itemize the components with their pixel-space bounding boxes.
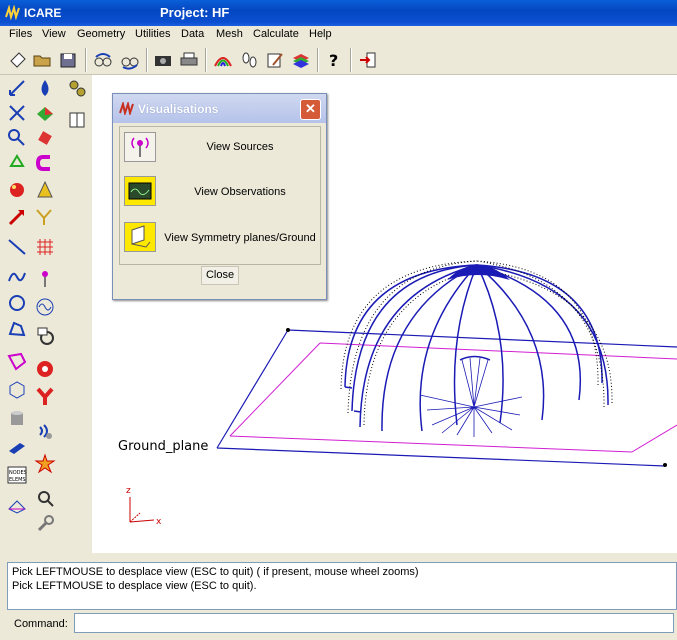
view-symmetry-planes-label[interactable]: View Symmetry planes/Ground — [160, 232, 320, 244]
arrow-icon[interactable] — [6, 206, 28, 228]
menu-calculate[interactable]: Calculate — [253, 28, 299, 40]
menu-view[interactable]: View — [42, 28, 66, 40]
polygon-icon[interactable] — [6, 350, 28, 372]
edit-icon[interactable] — [264, 49, 286, 71]
antenna-icon[interactable] — [34, 268, 56, 290]
gears-icon[interactable] — [66, 77, 88, 99]
menu-files[interactable]: Files — [9, 28, 32, 40]
target-icon[interactable] — [34, 358, 56, 380]
toolbar-separator — [317, 48, 319, 72]
shape-icon[interactable] — [34, 325, 56, 347]
footprint-icon[interactable] — [238, 49, 260, 71]
app-name: ICARE — [24, 6, 62, 20]
toolbar-separator — [85, 48, 87, 72]
observation-points — [419, 355, 523, 437]
view-symmetry-planes-button[interactable] — [124, 222, 156, 252]
exit-icon[interactable] — [357, 49, 379, 71]
command-label: Command: — [14, 618, 68, 630]
find-icon[interactable] — [34, 487, 56, 509]
sphere-icon[interactable] — [6, 179, 28, 201]
y-shape-icon[interactable] — [34, 386, 56, 408]
view-sources-button[interactable] — [124, 132, 156, 162]
cone-icon[interactable] — [34, 179, 56, 201]
dialog-title: Visualisations — [138, 102, 219, 116]
svg-text:ELEMS: ELEMS — [9, 477, 26, 483]
wrench-icon[interactable] — [34, 513, 56, 535]
menu-mesh[interactable]: Mesh — [216, 28, 243, 40]
eraser-icon[interactable] — [34, 127, 56, 149]
axis-x-label: x — [156, 517, 162, 527]
structure-icon[interactable] — [6, 495, 28, 517]
menu-geometry[interactable]: Geometry — [77, 28, 125, 40]
dialog-close-icon[interactable]: ✕ — [300, 99, 321, 120]
symmetry-icon[interactable] — [34, 206, 56, 228]
main-toolbar: ? — [0, 44, 677, 75]
rainbow-icon[interactable] — [212, 49, 234, 71]
menu-data[interactable]: Data — [181, 28, 204, 40]
new-file-icon[interactable] — [7, 49, 29, 71]
axes-triad: z x — [126, 486, 162, 527]
visualisations-dialog: Visualisations ✕ View Sources View Obser… — [112, 93, 327, 300]
book-icon[interactable] — [66, 109, 88, 131]
svg-text:?: ? — [329, 51, 338, 70]
circle-icon[interactable] — [6, 292, 28, 314]
window-title: Project: HF — [160, 5, 230, 20]
wave-icon[interactable] — [34, 296, 56, 318]
print-icon[interactable] — [178, 49, 200, 71]
drop-icon[interactable] — [34, 77, 56, 99]
menu-help[interactable]: Help — [309, 28, 332, 40]
app-logo-icon — [5, 5, 20, 20]
geometry-toolbar: NODES ELEMS — [0, 75, 92, 553]
open-folder-icon[interactable] — [31, 49, 53, 71]
dialog-body: View Sources View Observations View Symm… — [119, 126, 321, 265]
message-line: Pick LEFTMOUSE to desplace view (ESC to … — [12, 566, 419, 578]
toolbar-separator — [146, 48, 148, 72]
menu-bar: Files View Geometry Utilities Data Mesh … — [0, 26, 677, 44]
line-icon[interactable] — [6, 236, 28, 258]
block-icon[interactable] — [6, 437, 28, 459]
rotate-right-icon[interactable] — [119, 49, 141, 71]
zoom-icon[interactable] — [6, 127, 28, 149]
message-line: Pick LEFTMOUSE to desplace view (ESC to … — [12, 580, 257, 592]
layers-icon[interactable] — [290, 49, 312, 71]
nodes-elems-icon[interactable]: NODESELEMS — [6, 464, 28, 486]
save-icon[interactable] — [57, 49, 79, 71]
recycle-icon[interactable] — [6, 152, 28, 174]
axis-z-label: z — [126, 486, 131, 496]
toolbar-separator — [350, 48, 352, 72]
ground-corner-node — [286, 328, 290, 332]
cylinder-icon[interactable] — [6, 407, 28, 429]
svg-text:NODES: NODES — [9, 470, 27, 476]
help-icon[interactable]: ? — [323, 49, 345, 71]
ground-corner-node — [663, 463, 667, 467]
view-sources-label[interactable]: View Sources — [160, 141, 320, 153]
view-observations-label[interactable]: View Observations — [160, 186, 320, 198]
dialog-title-bar[interactable]: Visualisations ✕ — [113, 94, 326, 123]
antenna-dome-nodes — [340, 260, 613, 426]
view-observations-button[interactable] — [124, 176, 156, 206]
title-bar: ICARE Project: HF — [0, 0, 677, 26]
dialog-close-button[interactable]: Close — [201, 266, 239, 285]
command-input[interactable] — [74, 613, 674, 633]
magnet-icon[interactable] — [34, 152, 56, 174]
camera-icon[interactable] — [152, 49, 174, 71]
ground-plane-label: Ground_plane — [118, 439, 208, 454]
rotate-left-icon[interactable] — [92, 49, 114, 71]
signal-icon[interactable] — [34, 421, 56, 443]
toolbar-separator — [205, 48, 207, 72]
cube-icon[interactable] — [6, 378, 28, 400]
menu-utilities[interactable]: Utilities — [135, 28, 170, 40]
dialog-logo-icon — [119, 102, 134, 115]
zoom-expand-icon[interactable] — [6, 102, 28, 124]
curve-icon[interactable] — [6, 266, 28, 288]
message-log: Pick LEFTMOUSE to desplace view (ESC to … — [7, 562, 677, 610]
mesh-grid-icon[interactable] — [34, 236, 56, 258]
surface-icon[interactable] — [34, 102, 56, 124]
burst-icon[interactable] — [34, 453, 56, 475]
polyline-icon[interactable] — [6, 318, 28, 340]
zoom-box-icon[interactable] — [6, 77, 28, 99]
symmetry-plane-outline — [229, 342, 677, 453]
